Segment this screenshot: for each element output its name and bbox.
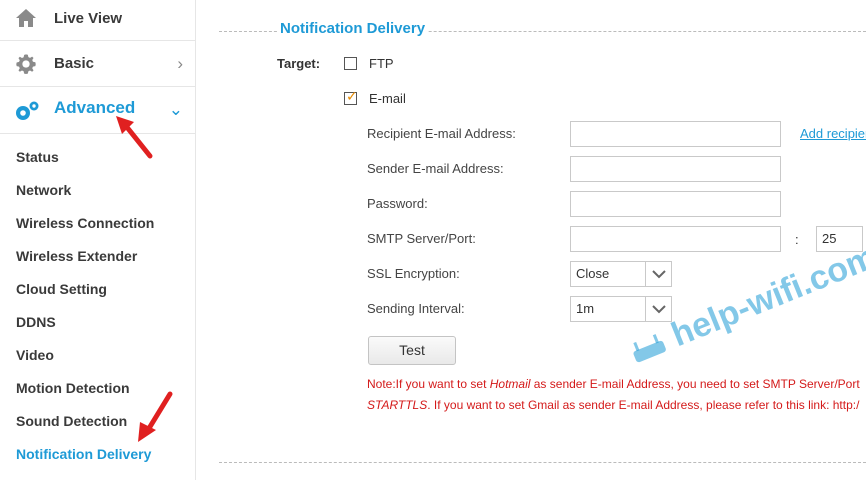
interval-select-value: 1m	[576, 301, 595, 316]
password-input[interactable]	[570, 191, 781, 217]
ftp-checkbox[interactable]	[344, 57, 357, 70]
note-starttls: STARTTLS	[367, 398, 428, 412]
ssl-select-value: Close	[576, 266, 610, 281]
chevron-right-icon: ›	[177, 54, 183, 73]
note-hotmail: Hotmail	[489, 377, 531, 391]
section-title: Notification Delivery	[278, 20, 428, 37]
ftp-label: FTP	[369, 56, 394, 71]
note-line-1-a: Note:If you want to set	[367, 377, 490, 391]
menu-live-view[interactable]: Live View	[0, 0, 195, 41]
sender-input[interactable]	[570, 156, 781, 182]
smtp-server-input[interactable]	[570, 226, 781, 252]
note-line-1: Note:If you want to set Hotmail as sende…	[367, 377, 860, 391]
chevron-down-icon[interactable]	[645, 262, 671, 286]
ssl-label: SSL Encryption:	[367, 266, 460, 281]
email-checkbox[interactable]: ✓	[344, 88, 358, 105]
main-content: Notification Delivery Target: FTP ✓ E-ma…	[197, 0, 866, 480]
submenu-notification-delivery[interactable]: Notification Delivery	[16, 444, 151, 464]
chevron-down-icon: ⌄	[168, 100, 183, 119]
password-label: Password:	[367, 196, 428, 211]
target-label: Target:	[277, 56, 321, 71]
email-label: E-mail	[369, 91, 406, 106]
submenu-status[interactable]: Status	[16, 147, 59, 167]
menu-basic-label: Basic	[54, 55, 95, 72]
submenu-sound-detection[interactable]: Sound Detection	[16, 411, 127, 431]
add-recipient-link[interactable]: Add recipien	[800, 126, 866, 141]
menu-basic[interactable]: Basic ›	[0, 41, 195, 87]
note-line-2-b: . If you want to set Gmail as sender E-m…	[427, 398, 860, 412]
recipient-input[interactable]	[570, 121, 781, 147]
ssl-select[interactable]: Close	[570, 261, 672, 287]
submenu-video[interactable]: Video	[16, 345, 54, 365]
note-line-1-c: as sender E-mail Address, you need to se…	[530, 377, 860, 391]
home-icon	[14, 7, 38, 29]
section-divider-bottom	[219, 462, 866, 463]
advanced-gears-icon	[14, 99, 39, 121]
menu-live-view-label: Live View	[54, 10, 123, 27]
interval-select[interactable]: 1m	[570, 296, 672, 322]
note-line-2: STARTTLS. If you want to set Gmail as se…	[367, 398, 859, 412]
gear-icon	[14, 53, 38, 75]
interval-label: Sending Interval:	[367, 301, 465, 316]
submenu-motion-detection[interactable]: Motion Detection	[16, 378, 130, 398]
sender-label: Sender E-mail Address:	[367, 161, 504, 176]
checkmark-icon: ✓	[346, 88, 358, 104]
router-icon	[633, 334, 666, 363]
arrow-annotation-notification	[138, 391, 173, 442]
test-button[interactable]: Test	[368, 336, 456, 365]
submenu-cloud-setting[interactable]: Cloud Setting	[16, 279, 107, 299]
menu-advanced[interactable]: Advanced ⌄	[0, 87, 195, 134]
submenu-network[interactable]: Network	[16, 180, 71, 200]
submenu-wireless-connection[interactable]: Wireless Connection	[16, 213, 154, 233]
submenu-wireless-extender[interactable]: Wireless Extender	[16, 246, 137, 266]
recipient-label: Recipient E-mail Address:	[367, 126, 516, 141]
arrow-annotation-advanced	[116, 116, 153, 159]
smtp-label: SMTP Server/Port:	[367, 231, 476, 246]
port-separator: :	[795, 232, 799, 247]
submenu-ddns[interactable]: DDNS	[16, 312, 56, 332]
